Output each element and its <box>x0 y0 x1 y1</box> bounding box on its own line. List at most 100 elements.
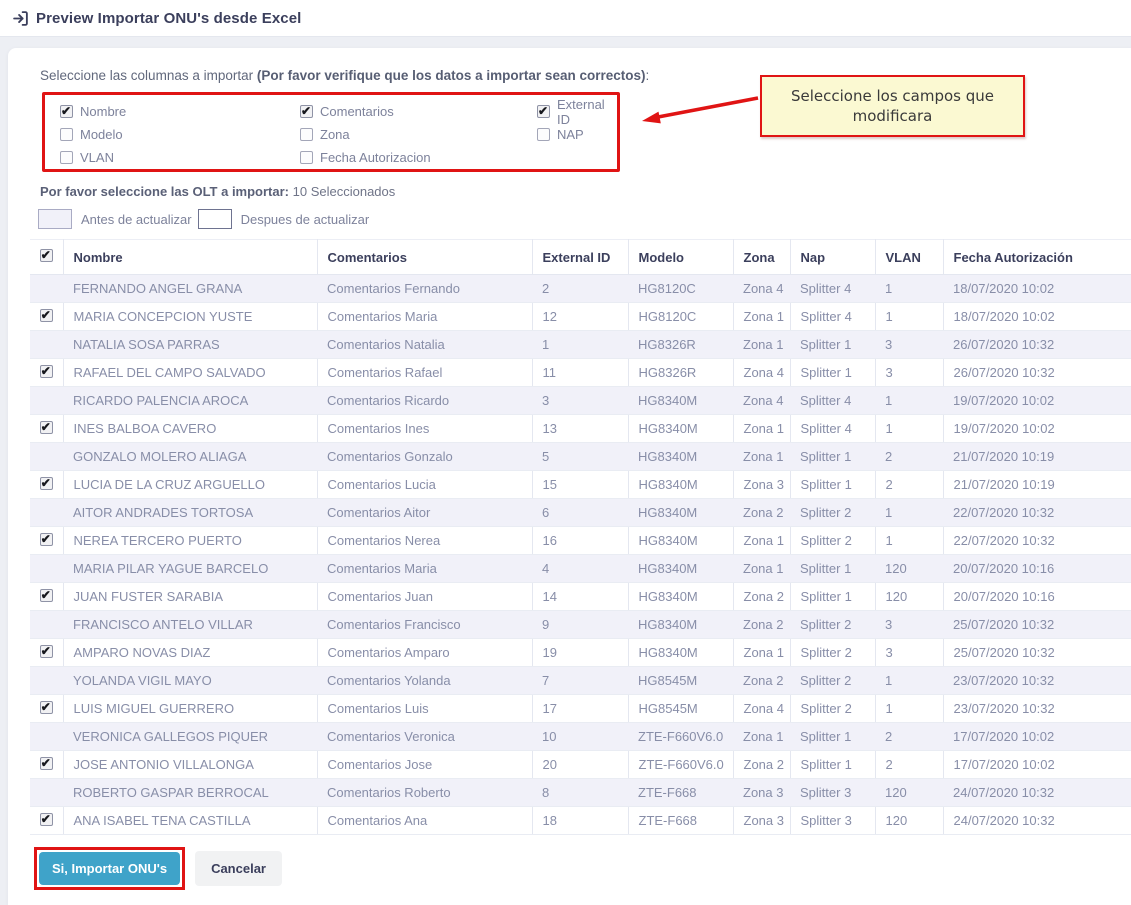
olt-selected-count: 10 Seleccionados <box>293 184 396 199</box>
cell-comentarios: Comentarios Maria <box>317 555 532 583</box>
cell-external-id: 20 <box>532 751 628 779</box>
cell-fecha-autorizacion: 17/07/2020 10:02 <box>943 723 1131 751</box>
cell-nombre: FERNANDO ANGEL GRANA <box>63 275 317 303</box>
page-title-wrap: Preview Importar ONU's desde Excel <box>12 10 301 27</box>
cell-nap: Splitter 3 <box>790 779 875 807</box>
table-row: JOSE ANTONIO VILLALONGAComentarios Jose2… <box>30 751 1131 779</box>
row-checkbox-cell <box>30 499 63 527</box>
cell-zona: Zona 2 <box>733 611 790 639</box>
cell-comentarios: Comentarios Fernando <box>317 275 532 303</box>
cell-vlan: 3 <box>875 359 943 387</box>
cell-zona: Zona 1 <box>733 443 790 471</box>
row-checkbox[interactable] <box>40 477 53 490</box>
checkbox-icon[interactable] <box>60 128 73 141</box>
checkbox-label: VLAN <box>80 150 114 165</box>
cell-zona: Zona 2 <box>733 751 790 779</box>
cell-fecha-autorizacion: 22/07/2020 10:32 <box>943 527 1131 555</box>
row-checkbox[interactable] <box>40 757 53 770</box>
column-checkbox-nombre[interactable]: Nombre <box>60 100 300 123</box>
select-all-checkbox[interactable] <box>40 249 53 262</box>
column-checkbox-modelo[interactable]: Modelo <box>60 123 300 146</box>
topbar: Preview Importar ONU's desde Excel <box>0 0 1131 37</box>
cell-fecha-autorizacion: 21/07/2020 10:19 <box>943 471 1131 499</box>
column-checkbox-nap[interactable]: NAP <box>537 123 617 146</box>
cell-fecha-autorizacion: 21/07/2020 10:19 <box>943 443 1131 471</box>
cell-fecha-autorizacion: 23/07/2020 10:32 <box>943 667 1131 695</box>
checkbox-icon[interactable] <box>300 105 313 118</box>
cell-zona: Zona 1 <box>733 555 790 583</box>
cell-comentarios: Comentarios Ines <box>317 415 532 443</box>
column-checkbox-fecha-autorizacion[interactable]: Fecha Autorizacion <box>300 146 537 169</box>
cell-fecha-autorizacion: 23/07/2020 10:32 <box>943 695 1131 723</box>
column-header-comentarios: Comentarios <box>317 240 532 275</box>
column-header-fecha-autorizacion: Fecha Autorización <box>943 240 1131 275</box>
checkbox-icon[interactable] <box>60 105 73 118</box>
cell-fecha-autorizacion: 18/07/2020 10:02 <box>943 275 1131 303</box>
column-header-vlan: VLAN <box>875 240 943 275</box>
cell-external-id: 7 <box>532 667 628 695</box>
table-row: NATALIA SOSA PARRASComentarios Natalia1H… <box>30 331 1131 359</box>
cell-nap: Splitter 1 <box>790 723 875 751</box>
row-checkbox[interactable] <box>40 309 53 322</box>
row-checkbox-cell <box>30 303 63 331</box>
cell-nap: Splitter 1 <box>790 583 875 611</box>
cell-external-id: 9 <box>532 611 628 639</box>
row-checkbox-cell <box>30 723 63 751</box>
cell-vlan: 3 <box>875 639 943 667</box>
checkbox-icon[interactable] <box>537 105 550 118</box>
table-row: RICARDO PALENCIA AROCAComentarios Ricard… <box>30 387 1131 415</box>
row-checkbox[interactable] <box>40 701 53 714</box>
cell-zona: Zona 1 <box>733 415 790 443</box>
row-checkbox-cell <box>30 471 63 499</box>
cancel-button[interactable]: Cancelar <box>195 851 282 886</box>
row-checkbox[interactable] <box>40 645 53 658</box>
column-checkbox-zona[interactable]: Zona <box>300 123 537 146</box>
row-checkbox-cell <box>30 387 63 415</box>
row-checkbox[interactable] <box>40 421 53 434</box>
row-checkbox[interactable] <box>40 365 53 378</box>
cell-nap: Splitter 1 <box>790 555 875 583</box>
cell-zona: Zona 3 <box>733 807 790 835</box>
cell-external-id: 6 <box>532 499 628 527</box>
row-checkbox[interactable] <box>40 589 53 602</box>
cell-external-id: 12 <box>532 303 628 331</box>
cell-nap: Splitter 2 <box>790 527 875 555</box>
cell-comentarios: Comentarios Francisco <box>317 611 532 639</box>
cell-modelo: HG8340M <box>628 387 733 415</box>
row-checkbox[interactable] <box>40 813 53 826</box>
cell-zona: Zona 3 <box>733 471 790 499</box>
cell-modelo: HG8545M <box>628 667 733 695</box>
confirm-import-button[interactable]: Si, Importar ONU's <box>39 852 180 885</box>
cell-nombre: RAFAEL DEL CAMPO SALVADO <box>63 359 317 387</box>
table-row: GONZALO MOLERO ALIAGAComentarios Gonzalo… <box>30 443 1131 471</box>
checkbox-icon[interactable] <box>537 128 550 141</box>
table-row: RAFAEL DEL CAMPO SALVADOComentarios Rafa… <box>30 359 1131 387</box>
cell-nombre: ANA ISABEL TENA CASTILLA <box>63 807 317 835</box>
row-checkbox[interactable] <box>40 533 53 546</box>
checkbox-icon[interactable] <box>60 151 73 164</box>
cell-vlan: 1 <box>875 387 943 415</box>
column-checkbox-vlan[interactable]: VLAN <box>60 146 300 169</box>
onu-table: NombreComentariosExternal IDModeloZonaNa… <box>30 239 1131 835</box>
cell-nap: Splitter 1 <box>790 359 875 387</box>
cell-external-id: 2 <box>532 275 628 303</box>
checkbox-icon[interactable] <box>300 128 313 141</box>
column-checkbox-external-id[interactable]: External ID <box>537 100 617 123</box>
table-row: LUCIA DE LA CRUZ ARGUELLOComentarios Luc… <box>30 471 1131 499</box>
cell-nap: Splitter 4 <box>790 415 875 443</box>
cell-fecha-autorizacion: 26/07/2020 10:32 <box>943 331 1131 359</box>
cell-external-id: 10 <box>532 723 628 751</box>
cell-nap: Splitter 1 <box>790 331 875 359</box>
checkbox-icon[interactable] <box>300 151 313 164</box>
cell-external-id: 4 <box>532 555 628 583</box>
cell-comentarios: Comentarios Luis <box>317 695 532 723</box>
row-color-legend: Antes de actualizar Despues de actualiza… <box>38 209 1131 229</box>
cell-modelo: HG8120C <box>628 275 733 303</box>
cell-modelo: HG8340M <box>628 527 733 555</box>
cell-comentarios: Comentarios Natalia <box>317 331 532 359</box>
table-row: LUIS MIGUEL GUERREROComentarios Luis17HG… <box>30 695 1131 723</box>
column-checkbox-comentarios[interactable]: Comentarios <box>300 100 537 123</box>
callout-box: Seleccione los campos que modificara <box>760 75 1025 137</box>
row-checkbox-cell <box>30 555 63 583</box>
cell-vlan: 1 <box>875 415 943 443</box>
